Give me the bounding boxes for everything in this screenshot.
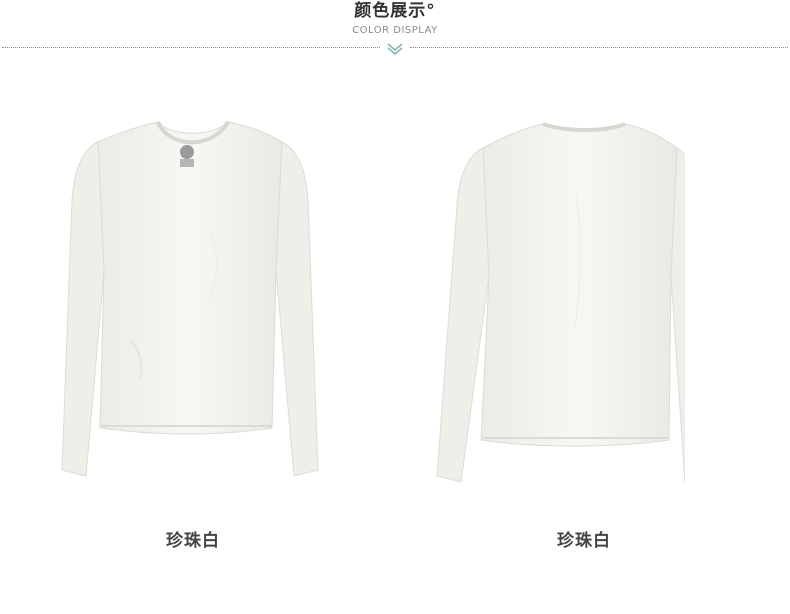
section-subtitle: COLOR DISPLAY xyxy=(352,25,438,36)
section-header: 颜色展示° COLOR DISPLAY xyxy=(0,0,790,60)
tshirt-back-illustration xyxy=(436,122,685,483)
tshirt-front-illustration xyxy=(61,120,319,477)
divider-left xyxy=(2,47,380,48)
divider-right xyxy=(410,47,788,48)
double-chevron-down-icon xyxy=(387,43,403,56)
product-image-back xyxy=(425,110,685,505)
product-image-front xyxy=(60,110,320,505)
color-name-back: 珍珠白 xyxy=(557,531,611,551)
color-name-front: 珍珠白 xyxy=(166,531,220,551)
section-title: 颜色展示° xyxy=(354,1,436,21)
